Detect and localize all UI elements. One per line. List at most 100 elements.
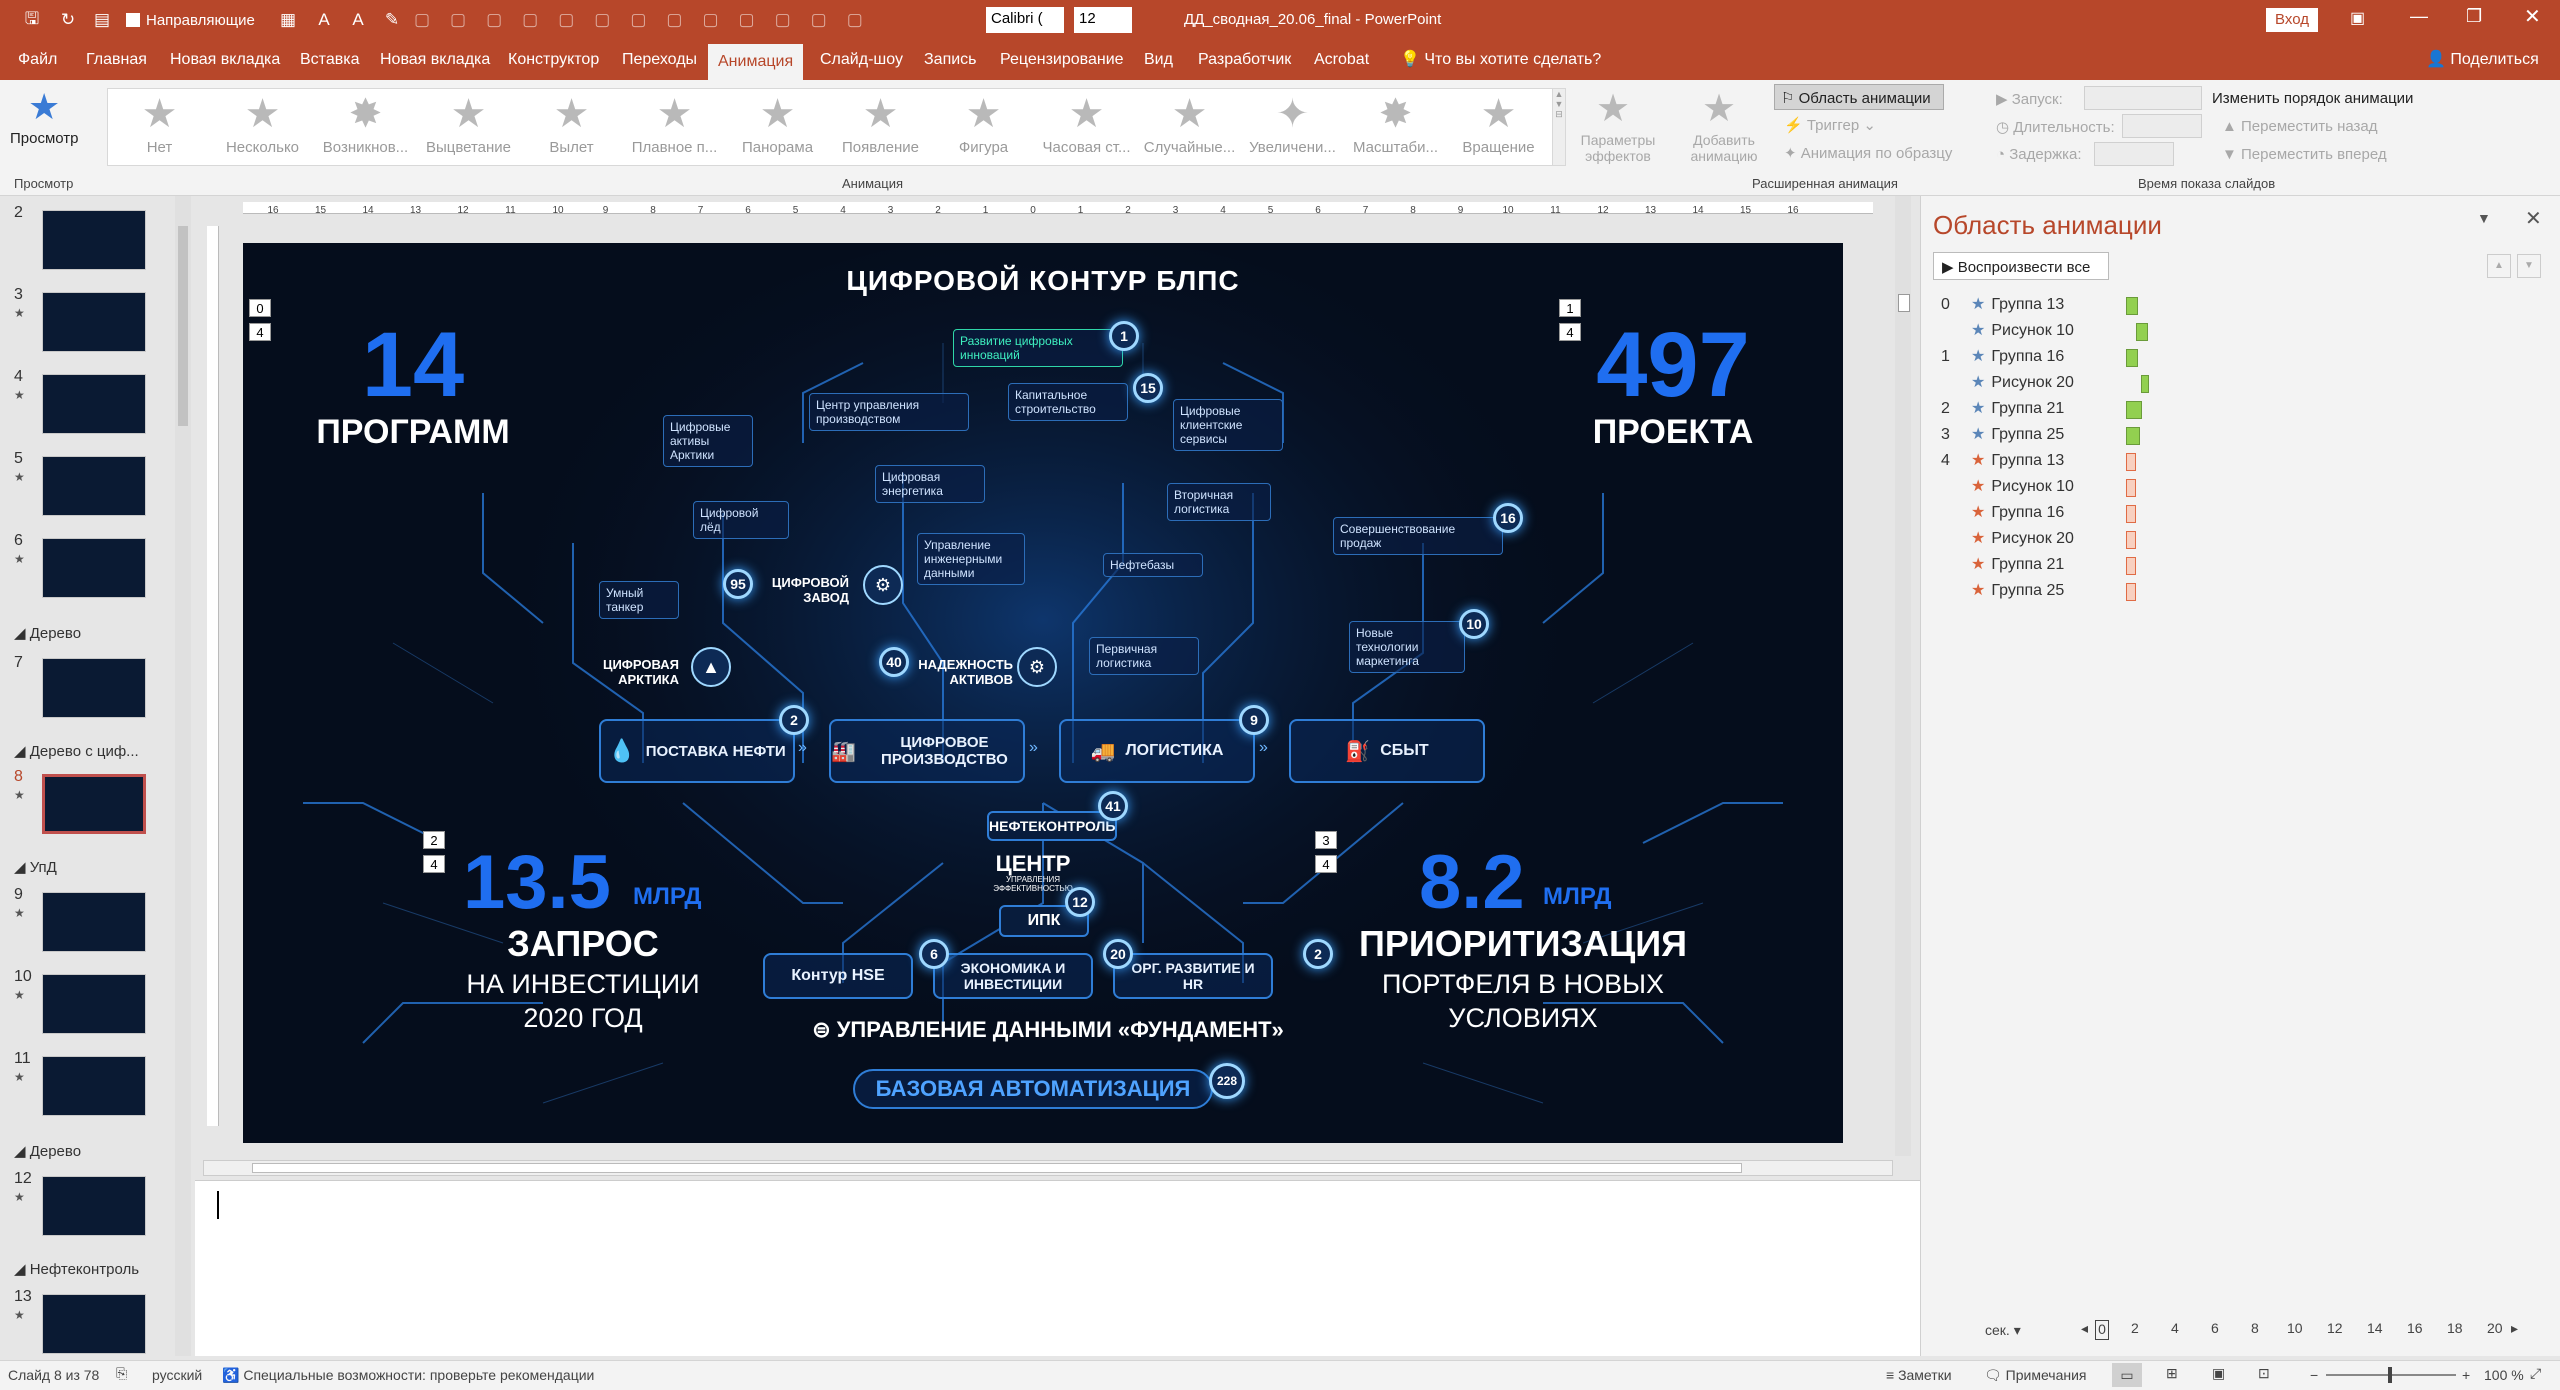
animation-item[interactable]: 1 ★ Группа 16: [1941, 346, 2138, 372]
slide-thumbnail-selected[interactable]: [42, 774, 146, 834]
tab-developer[interactable]: Разработчик: [1188, 40, 1301, 80]
effect-zoom[interactable]: ✸ Масштаби...: [1344, 89, 1447, 167]
anim-order-marker[interactable]: 0: [249, 299, 271, 317]
play-all-button[interactable]: ▶ Воспроизвести все: [1933, 252, 2109, 280]
section-header[interactable]: ◢ Дерево с циф...: [14, 742, 139, 760]
animation-pane-button[interactable]: ⚐ Область анимации: [1774, 84, 1944, 110]
trigger-button[interactable]: ⚡ Триггер ⌄: [1784, 116, 1876, 134]
font-name-box[interactable]: Calibri (: [986, 7, 1064, 33]
pane-options-icon[interactable]: ▼: [2477, 210, 2491, 226]
font-shrink-icon[interactable]: A: [346, 8, 370, 32]
move-down-icon[interactable]: ▼: [2517, 254, 2541, 278]
effect-fly[interactable]: ★ Вылет: [520, 89, 623, 167]
projects-label[interactable]: ПРОЕКТА: [1543, 413, 1803, 452]
section-header[interactable]: ◢ Дерево: [14, 624, 81, 642]
node-digital-ice[interactable]: Цифровой лёд: [693, 501, 789, 539]
add-animation-button[interactable]: Добавить анимацию: [1684, 132, 1764, 164]
guides-checkbox[interactable]: Направляющие: [126, 8, 276, 32]
seconds-dropdown[interactable]: сек. ▾: [1985, 1322, 2021, 1339]
box-sales[interactable]: ⛽ СБЫТ: [1289, 719, 1485, 783]
animation-item[interactable]: ★ Группа 25: [1941, 580, 2136, 606]
node-org-hr[interactable]: ОРГ. РАЗВИТИЕ И HR: [1113, 953, 1273, 999]
node-digital-energy[interactable]: Цифровая энергетика: [875, 465, 985, 503]
anim-order-marker[interactable]: 4: [1559, 323, 1581, 341]
effect-float[interactable]: ★ Плавное п...: [623, 89, 726, 167]
node-center[interactable]: ЦЕНТР: [983, 851, 1083, 877]
slide-counter[interactable]: Слайд 8 из 78: [8, 1367, 99, 1383]
node-capital-construction[interactable]: Капитальное строительство: [1008, 383, 1128, 421]
node-sales-improvement[interactable]: Совершенствование продаж: [1333, 517, 1503, 555]
section-header[interactable]: ◢ Дерево: [14, 1142, 81, 1160]
notes-pane[interactable]: [195, 1180, 1920, 1356]
label-digital-plant[interactable]: ЦИФРОВОЙ ЗАВОД: [759, 575, 849, 605]
tab-slideshow[interactable]: Слайд-шоу: [810, 40, 913, 80]
node-oil-depots[interactable]: Нефтебазы: [1103, 553, 1203, 577]
close-icon[interactable]: ✕: [2524, 4, 2541, 29]
anim-order-marker[interactable]: 2: [423, 831, 445, 849]
animation-item[interactable]: 3 ★ Группа 25: [1941, 424, 2140, 450]
projects-count[interactable]: 497: [1543, 313, 1803, 418]
slide-thumbnail[interactable]: [42, 538, 146, 598]
investment-number[interactable]: 13.5: [463, 839, 611, 926]
font-grow-icon[interactable]: A: [312, 8, 336, 32]
fit-slide-icon[interactable]: ⤢: [2530, 1365, 2541, 1382]
anim-order-marker[interactable]: 4: [249, 323, 271, 341]
tab-insert[interactable]: Вставка: [290, 40, 369, 80]
slide-thumbnail[interactable]: [42, 1056, 146, 1116]
base-automation[interactable]: БАЗОВАЯ АВТОМАТИЗАЦИЯ: [853, 1069, 1213, 1109]
tab-new-2[interactable]: Новая вкладка: [370, 40, 500, 80]
effect-none[interactable]: ★ Нет: [108, 89, 211, 167]
gallery-scroll[interactable]: ▲ ▼ ⊟: [1552, 88, 1566, 166]
zoom-in-icon[interactable]: +: [2462, 1367, 2470, 1383]
sorter-view-icon[interactable]: ⊞: [2166, 1365, 2178, 1382]
tab-home[interactable]: Главная: [76, 40, 157, 80]
slide-thumbnail[interactable]: [42, 374, 146, 434]
effect-appear[interactable]: ✸ Возникнов...: [314, 89, 417, 167]
effect-fade[interactable]: ★ Выцветание: [417, 89, 520, 167]
animation-item[interactable]: ★ Рисунок 10: [1941, 476, 2136, 502]
accessibility-status[interactable]: ♿ Специальные возможности: проверьте рек…: [222, 1367, 594, 1384]
box-logistics[interactable]: 🚚 ЛОГИСТИКА: [1059, 719, 1255, 783]
tab-animations[interactable]: Анимация: [708, 44, 804, 80]
animation-item[interactable]: ★ Рисунок 20: [1941, 528, 2136, 554]
programs-label[interactable]: ПРОГРАММ: [283, 413, 543, 452]
spellcheck-icon[interactable]: ⎘: [116, 1365, 127, 1382]
notes-button[interactable]: ≡ Заметки: [1886, 1367, 1952, 1383]
slide-thumbnail[interactable]: [42, 456, 146, 516]
move-back-button[interactable]: ▲ Переместить назад: [2222, 118, 2378, 135]
anim-order-marker[interactable]: 1: [1559, 299, 1581, 317]
section-header[interactable]: ◢ Нефтеконтроль: [14, 1260, 139, 1278]
slide-canvas[interactable]: ЦИФРОВОЙ КОНТУР БЛПС 14 ПРОГРАММ 497 ПРО…: [243, 243, 1843, 1143]
node-smart-tanker[interactable]: Умный танкер: [599, 581, 679, 619]
anim-order-marker[interactable]: 3: [1315, 831, 1337, 849]
effect-random[interactable]: ★ Случайные...: [1138, 89, 1241, 167]
normal-view-icon[interactable]: ▭: [2112, 1363, 2142, 1387]
ribbon-display-icon[interactable]: ▣: [2350, 8, 2365, 28]
node-neftekontrol[interactable]: НЕФТЕКОНТРОЛЬ: [987, 811, 1117, 841]
label-digital-arctic[interactable]: ЦИФРОВАЯ АРКТИКА: [579, 657, 679, 687]
zoom-out-icon[interactable]: −: [2310, 1367, 2318, 1383]
effect-shape[interactable]: ★ Фигура: [932, 89, 1035, 167]
tab-design[interactable]: Конструктор: [498, 40, 609, 80]
preview-button[interactable]: Просмотр: [10, 130, 79, 147]
node-marketing-tech[interactable]: Новые технологии маркетинга: [1349, 621, 1465, 673]
duration-input[interactable]: [2122, 114, 2202, 138]
tell-me-search[interactable]: 💡 Что вы хотите сделать?: [1390, 40, 1611, 80]
priority-number[interactable]: 8.2: [1419, 839, 1525, 926]
effect-multiple[interactable]: ★ Несколько: [211, 89, 314, 167]
font-size-box[interactable]: 12: [1074, 7, 1132, 33]
effect-grow[interactable]: ✦ Увеличени...: [1241, 89, 1344, 167]
slide-thumbnail[interactable]: [42, 658, 146, 718]
label-asset-reliability[interactable]: НАДЕЖНОСТЬ АКТИВОВ: [903, 657, 1013, 687]
animation-item[interactable]: ★ Рисунок 10: [1941, 320, 2148, 346]
box-oil-supply[interactable]: 💧 ПОСТАВКА НЕФТИ: [599, 719, 795, 783]
animation-item[interactable]: ★ Группа 21: [1941, 554, 2136, 580]
tab-file[interactable]: Файл: [8, 40, 67, 80]
scroll-thumb[interactable]: [1898, 294, 1910, 312]
box-digital-production[interactable]: 🏭 ЦИФРОВОЕ ПРОИЗВОДСТВО: [829, 719, 1025, 783]
programs-count[interactable]: 14: [283, 313, 543, 418]
zoom-level[interactable]: 100 %: [2484, 1367, 2524, 1383]
slideshow-view-icon[interactable]: ⊡: [2258, 1365, 2270, 1382]
tab-new-1[interactable]: Новая вкладка: [160, 40, 290, 80]
reading-view-icon[interactable]: ▣: [2212, 1365, 2225, 1382]
